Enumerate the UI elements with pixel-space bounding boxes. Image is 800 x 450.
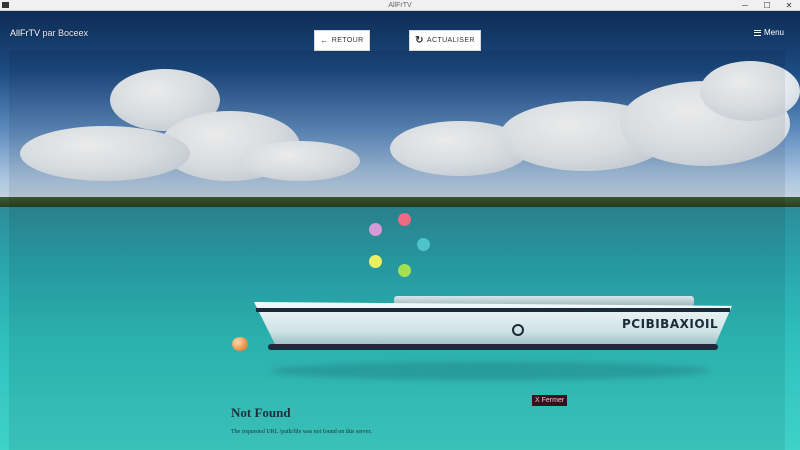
refresh-button-label: ACTUALISER	[426, 37, 475, 44]
menu-button[interactable]: Menu	[753, 28, 784, 37]
loader-dot	[398, 264, 411, 277]
loader-dot	[369, 255, 382, 268]
error-message: The requested URL /path/file was not fou…	[231, 429, 372, 435]
hamburger-icon	[753, 29, 761, 36]
back-button[interactable]: ← RETOUR	[314, 30, 370, 51]
refresh-icon: ↻	[415, 35, 424, 46]
background-scene	[0, 11, 800, 450]
arrow-left-icon: ←	[320, 36, 329, 45]
refresh-button[interactable]: ↻ ACTUALISER	[409, 30, 481, 51]
brand-logo[interactable]: AllFrTV par Boceex	[10, 28, 88, 38]
menu-label: Menu	[763, 28, 784, 37]
loader-dot	[369, 223, 382, 236]
window-title: AllFrTV	[388, 2, 412, 9]
error-title: Not Found	[231, 405, 291, 420]
boat: PCIBIBAXIOIL	[254, 290, 732, 352]
boat-keel	[268, 344, 718, 350]
window-controls: ─ ☐ ✕	[734, 0, 800, 11]
back-button-label: RETOUR	[331, 37, 364, 44]
boat-logo-icon	[512, 324, 524, 336]
buoy	[232, 337, 248, 351]
loader-dot	[417, 238, 430, 251]
boat-reflection	[270, 362, 710, 380]
window-titlebar: AllFrTV ─ ☐ ✕	[0, 0, 800, 11]
loader-dot	[398, 213, 411, 226]
minimize-button[interactable]: ─	[734, 0, 756, 11]
boat-stripe	[256, 308, 730, 312]
close-error-button[interactable]: X Fermer	[532, 395, 568, 406]
content-overlay	[9, 51, 785, 450]
brand-name: AllFrTV	[10, 28, 40, 38]
close-window-button[interactable]: ✕	[778, 0, 800, 11]
boat-name: PCIBIBAXIOIL	[622, 317, 719, 331]
maximize-button[interactable]: ☐	[756, 0, 778, 11]
app-icon	[2, 2, 9, 8]
brand-sub: par Boceex	[40, 28, 89, 38]
